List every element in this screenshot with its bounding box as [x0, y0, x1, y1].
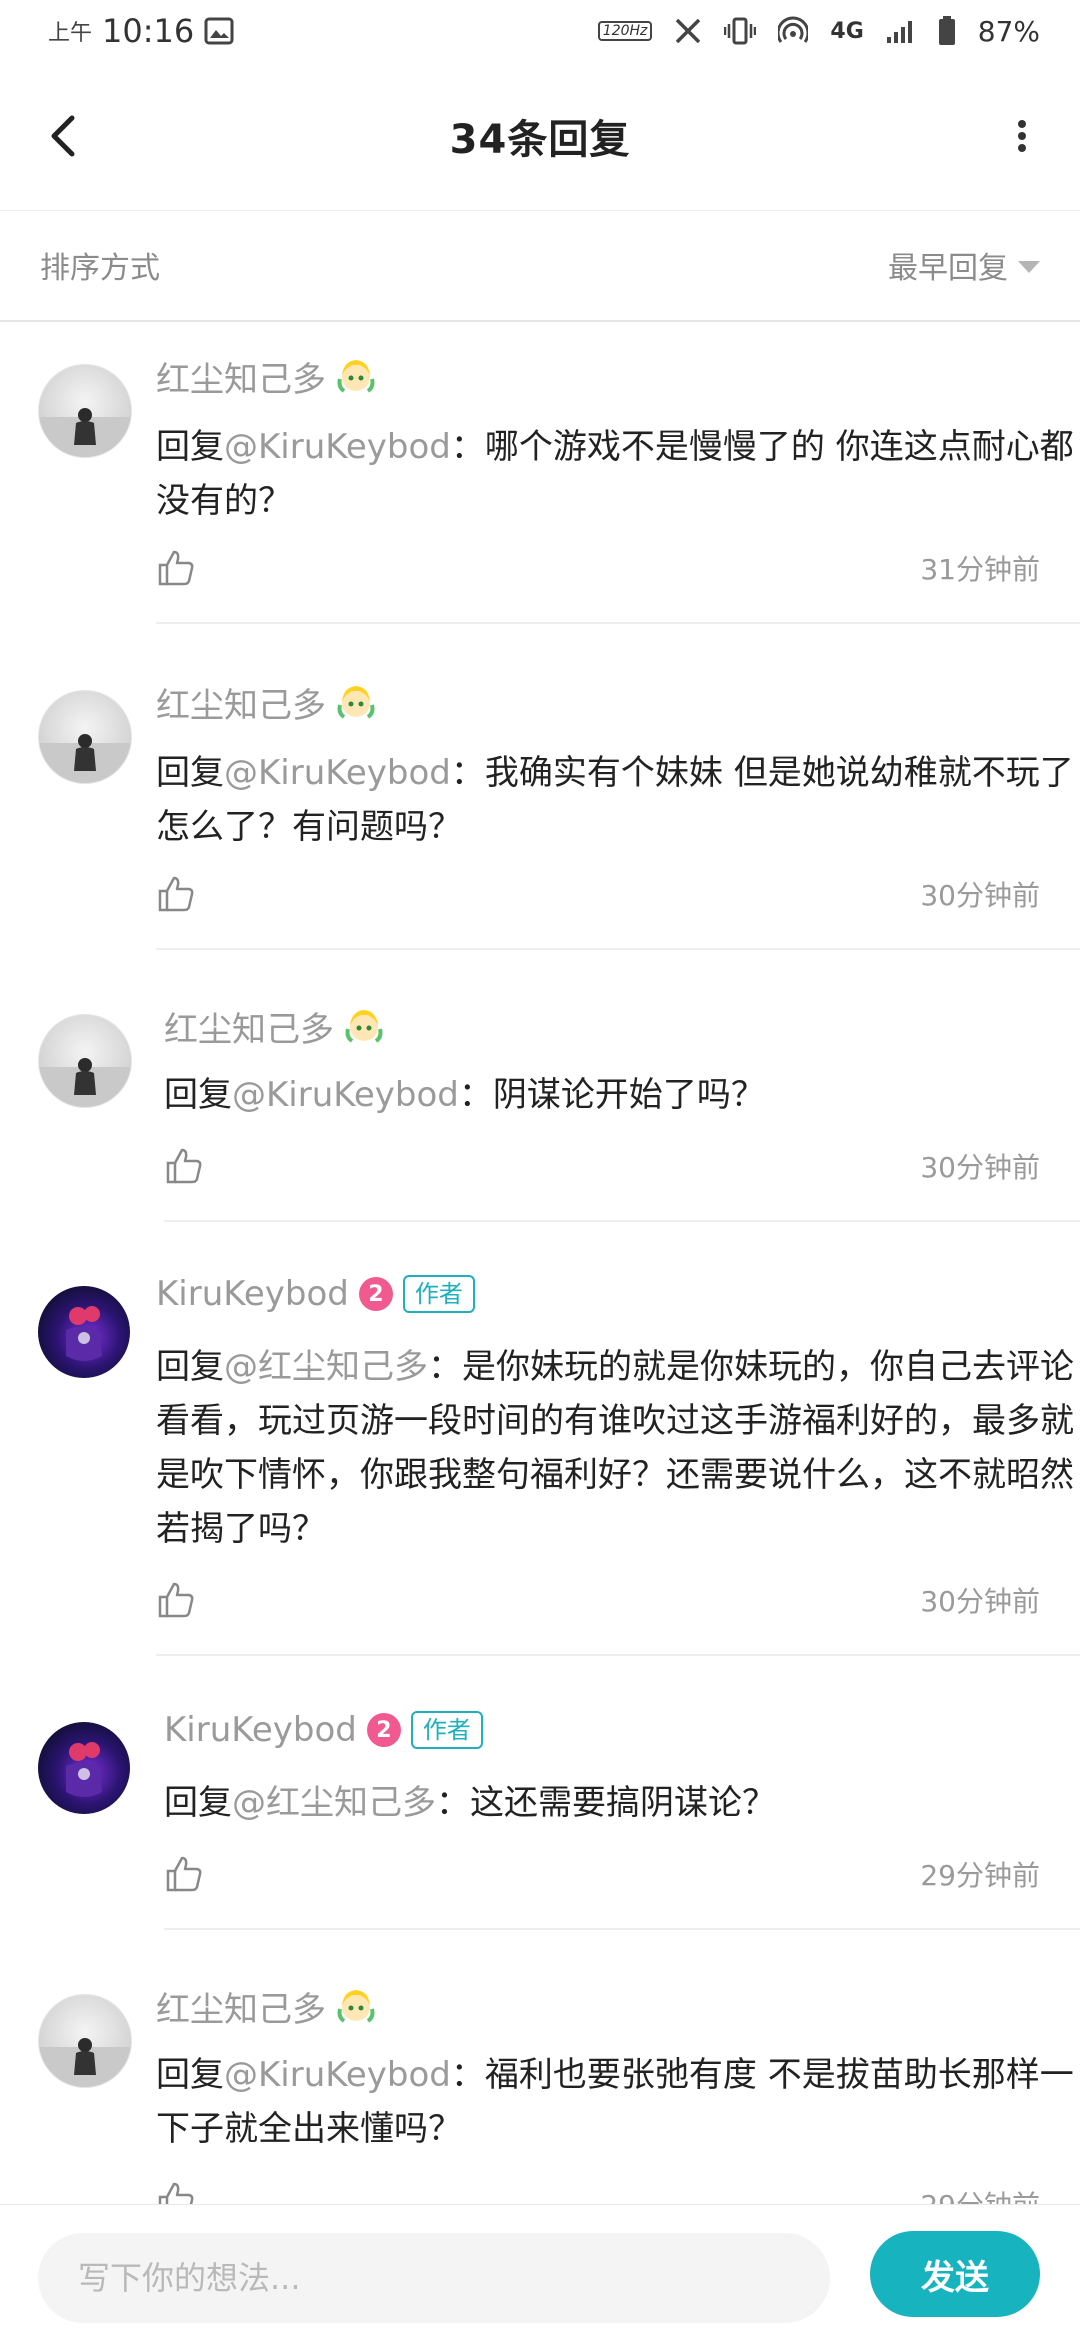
mention-link[interactable]: @红尘知己多: [224, 1347, 428, 1387]
reply-content: 回复@红尘知己多：这还需要搞阴谋论？: [164, 1776, 1080, 1830]
more-options-icon[interactable]: [1004, 110, 1040, 162]
reply-prefix: 回复: [164, 1783, 232, 1823]
refresh-rate-icon: 120Hz: [597, 21, 653, 41]
username[interactable]: 红尘知己多: [156, 352, 326, 401]
like-icon[interactable]: [156, 2180, 196, 2204]
avatar[interactable]: [38, 1994, 132, 2088]
reply-item: 红尘知己多 回复@KiruKeybod：哪个游戏不是慢慢了的 你连这点耐心都没有…: [0, 324, 1080, 624]
reply-prefix: 回复: [164, 1075, 232, 1115]
hotspot-icon: [778, 16, 809, 46]
reply-prefix: 回复: [156, 427, 224, 467]
reply-prefix: 回复: [156, 2055, 224, 2095]
like-icon[interactable]: [156, 874, 196, 914]
network-type-label: 4G: [830, 18, 864, 44]
sort-bar: 排序方式 最早回复: [0, 210, 1080, 322]
reply-item: KiruKeybod 2 作者 回复@红尘知己多：是你妹玩的就是你妹玩的，你自己…: [0, 1220, 1080, 1656]
gallery-notification-icon: [204, 17, 234, 45]
reply-item: 红尘知己多 回复@KiruKeybod：福利也要张弛有度 不是拔苗助长那样一下子…: [0, 1928, 1080, 2204]
mention-link[interactable]: @KiruKeybod: [224, 753, 451, 793]
reply-input[interactable]: [38, 2233, 830, 2323]
status-bar: 上午 10:16 120Hz 4G 87%: [0, 0, 1080, 62]
signal-icon: [886, 17, 916, 45]
avatar-frame-icon: [344, 1005, 384, 1049]
dropdown-arrow-icon: [1018, 261, 1040, 273]
username[interactable]: KiruKeybod: [156, 1274, 349, 1314]
avatar[interactable]: [38, 1722, 130, 1814]
author-tag: 作者: [410, 1711, 483, 1749]
reply-text: ：阴谋论开始了吗？: [458, 1075, 765, 1115]
reply-prefix: 回复: [156, 753, 224, 793]
avatar-frame-icon: [336, 681, 376, 725]
level-badge: 2: [358, 1277, 393, 1311]
author-tag: 作者: [402, 1275, 475, 1313]
vibrate-icon: [724, 16, 757, 46]
username[interactable]: 红尘知己多: [156, 1982, 326, 2031]
avatar[interactable]: [38, 1286, 130, 1378]
composer-bar: 发送: [0, 2204, 1080, 2341]
reply-item: KiruKeybod 2 作者 回复@红尘知己多：这还需要搞阴谋论？ 29分钟前: [0, 1656, 1080, 1930]
reply-item: 红尘知己多 回复@KiruKeybod：我确实有个妹妹 但是她说幼稚就不玩了 怎…: [0, 624, 1080, 950]
timestamp: 31分钟前: [920, 553, 1040, 586]
sort-dropdown[interactable]: 最早回复: [888, 243, 1040, 287]
timestamp: 30分钟前: [920, 879, 1040, 912]
username[interactable]: KiruKeybod: [164, 1710, 357, 1750]
mention-link[interactable]: @KiruKeybod: [232, 1075, 459, 1115]
timestamp: 29分钟前: [920, 2184, 1040, 2204]
reply-list: 红尘知己多 回复@KiruKeybod：哪个游戏不是慢慢了的 你连这点耐心都没有…: [0, 324, 1080, 2204]
sort-label: 排序方式: [40, 251, 160, 286]
reply-content: 回复@KiruKeybod：阴谋论开始了吗？: [164, 1068, 1080, 1122]
reply-prefix: 回复: [156, 1347, 224, 1387]
status-time: 10:16: [102, 12, 195, 50]
battery-icon: [938, 16, 956, 46]
page-title: 34条回复: [449, 117, 631, 163]
timestamp: 29分钟前: [920, 1859, 1040, 1892]
username[interactable]: 红尘知己多: [164, 1002, 334, 1051]
battery-percent: 87%: [977, 14, 1040, 48]
avatar[interactable]: [38, 364, 132, 458]
avatar[interactable]: [38, 1014, 132, 1108]
mention-link[interactable]: @红尘知己多: [232, 1783, 436, 1823]
level-badge: 2: [366, 1713, 401, 1747]
sort-selected-value: 最早回复: [888, 251, 1008, 286]
like-icon[interactable]: [164, 1854, 204, 1894]
avatar-frame-icon: [336, 1985, 376, 2029]
x-app-icon: [674, 17, 702, 45]
like-icon[interactable]: [156, 1580, 196, 1620]
timestamp: 30分钟前: [920, 1585, 1040, 1618]
mention-link[interactable]: @KiruKeybod: [224, 2055, 451, 2095]
reply-content: 回复@KiruKeybod：哪个游戏不是慢慢了的 你连这点耐心都没有的？: [156, 420, 1080, 528]
back-icon[interactable]: [40, 110, 92, 162]
avatar-frame-icon: [336, 355, 376, 399]
mention-link[interactable]: @KiruKeybod: [224, 427, 451, 467]
send-button[interactable]: 发送: [870, 2231, 1040, 2317]
avatar[interactable]: [38, 690, 132, 784]
reply-content: 回复@红尘知己多：是你妹玩的就是你妹玩的，你自己去评论看看，玩过页游一段时间的有…: [156, 1340, 1080, 1556]
reply-content: 回复@KiruKeybod：福利也要张弛有度 不是拔苗助长那样一下子就全出来懂吗…: [156, 2048, 1080, 2156]
like-icon[interactable]: [156, 548, 196, 588]
reply-text: ：这还需要搞阴谋论？: [436, 1783, 776, 1823]
top-navigation: 34条回复: [0, 62, 1080, 211]
timestamp: 30分钟前: [920, 1151, 1040, 1184]
status-ampm: 上午: [48, 21, 93, 46]
reply-item: 红尘知己多 回复@KiruKeybod：阴谋论开始了吗？ 30分钟前: [0, 948, 1080, 1222]
reply-content: 回复@KiruKeybod：我确实有个妹妹 但是她说幼稚就不玩了 怎么了？有问题…: [156, 746, 1080, 854]
like-icon[interactable]: [164, 1146, 204, 1186]
username[interactable]: 红尘知己多: [156, 678, 326, 727]
